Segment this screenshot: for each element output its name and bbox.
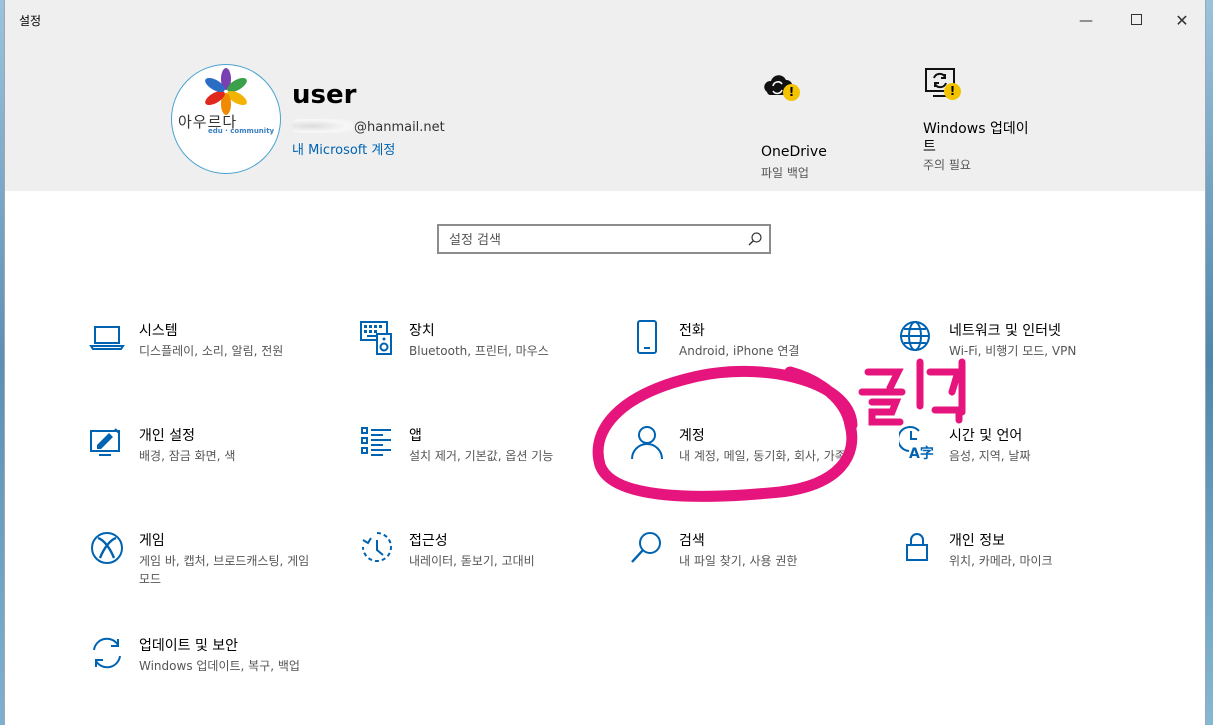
windows-update-status[interactable]: ! Windows 업데이 트 주의 필요 bbox=[923, 66, 1063, 186]
tile-title: 개인 설정 bbox=[139, 428, 195, 444]
tile-description: Bluetooth, 프린터, 마우스 bbox=[409, 344, 549, 358]
laptop-icon bbox=[89, 326, 125, 350]
tile-personalization[interactable]: 개인 설정 배경, 잠금 화면, 색 bbox=[89, 425, 339, 495]
desktop-background-right bbox=[1205, 0, 1213, 725]
avatar[interactable]: 아우르다 edu · community bbox=[171, 64, 281, 174]
tile-description: 게임 바, 캡처, 브로드캐스팅, 게임 모드 bbox=[139, 554, 310, 586]
sync-arrows-icon bbox=[93, 637, 121, 669]
time-language-icon: A字 bbox=[899, 426, 934, 461]
tile-description: 설치 제거, 기본값, 옵션 기능 bbox=[409, 449, 554, 463]
onedrive-status-text: 파일 백업 bbox=[761, 166, 809, 180]
user-email: @hanmail.net bbox=[292, 119, 445, 135]
email-redaction bbox=[292, 119, 354, 133]
tile-devices[interactable]: 장치 Bluetooth, 프린터, 마우스 bbox=[359, 320, 609, 390]
tile-search[interactable]: 검색 내 파일 찾기, 사용 권한 bbox=[629, 530, 879, 600]
globe-icon bbox=[900, 321, 930, 351]
windows-update-label-2: 트 bbox=[923, 139, 936, 155]
app-list-icon bbox=[361, 427, 391, 456]
tile-description: 위치, 카메라, 마이크 bbox=[949, 554, 1053, 568]
tile-description: 디스플레이, 소리, 알림, 전원 bbox=[139, 344, 284, 358]
minimize-icon: — bbox=[1079, 13, 1093, 29]
account-header: 아우르다 edu · community user @hanmail.net 내… bbox=[5, 42, 1205, 191]
person-icon bbox=[631, 426, 663, 460]
close-icon: ✕ bbox=[1175, 11, 1189, 30]
settings-window: 설정 — ✕ 아우르다 edu · community user @hanmai… bbox=[5, 0, 1205, 725]
tile-system[interactable]: 시스템 디스플레이, 소리, 알림, 전원 bbox=[89, 320, 339, 390]
keyboard-speaker-icon bbox=[360, 321, 392, 355]
tile-gaming[interactable]: 게임 게임 바, 캡처, 브로드캐스팅, 게임 모드 bbox=[89, 530, 339, 600]
tile-title: 게임 bbox=[139, 533, 165, 549]
user-name: user bbox=[292, 80, 357, 110]
tile-privacy[interactable]: 개인 정보 위치, 카메라, 마이크 bbox=[899, 530, 1149, 600]
xbox-icon bbox=[91, 532, 123, 564]
minimize-button[interactable]: — bbox=[1071, 10, 1101, 32]
tile-title: 앱 bbox=[409, 428, 422, 444]
phone-icon bbox=[637, 320, 657, 354]
tile-title: 시간 및 언어 bbox=[949, 428, 1023, 444]
warning-badge-icon: ! bbox=[944, 83, 961, 100]
email-domain: @hanmail.net bbox=[354, 120, 445, 135]
tile-title: 검색 bbox=[679, 533, 705, 549]
tile-update-security[interactable]: 업데이트 및 보안 Windows 업데이트, 복구, 백업 bbox=[89, 635, 339, 705]
windows-update-status-text: 주의 필요 bbox=[923, 158, 971, 172]
maximize-button[interactable] bbox=[1121, 10, 1151, 32]
window-title: 설정 bbox=[19, 14, 42, 28]
avatar-logo-subtext: edu · community bbox=[208, 127, 275, 135]
settings-search-box[interactable] bbox=[437, 224, 771, 254]
tile-description: Windows 업데이트, 복구, 백업 bbox=[139, 659, 300, 673]
tile-description: 내 계정, 메일, 동기화, 회사, 가족 bbox=[679, 449, 846, 463]
tile-network[interactable]: 네트워크 및 인터넷 Wi-Fi, 비행기 모드, VPN bbox=[899, 320, 1149, 390]
tile-time-language[interactable]: A字 시간 및 언어 음성, 지역, 날짜 bbox=[899, 425, 1149, 495]
tile-title: 전화 bbox=[679, 323, 705, 339]
tile-description: Android, iPhone 연결 bbox=[679, 344, 800, 358]
tile-title: 장치 bbox=[409, 323, 435, 339]
lock-icon bbox=[906, 533, 928, 561]
ease-of-access-icon bbox=[362, 532, 392, 562]
tile-description: Wi-Fi, 비행기 모드, VPN bbox=[949, 344, 1077, 358]
warning-badge-icon: ! bbox=[783, 84, 800, 101]
tile-description: 내 파일 찾기, 사용 권한 bbox=[679, 554, 798, 568]
tile-ease-of-access[interactable]: 접근성 내레이터, 돋보기, 고대비 bbox=[359, 530, 609, 600]
svg-text:A字: A字 bbox=[909, 445, 934, 461]
search-icon bbox=[748, 232, 762, 246]
tile-description: 배경, 잠금 화면, 색 bbox=[139, 449, 236, 463]
title-bar: 설정 — ✕ bbox=[5, 0, 1205, 42]
tile-title: 접근성 bbox=[409, 533, 448, 549]
tile-title: 업데이트 및 보안 bbox=[139, 638, 239, 654]
tile-apps[interactable]: 앱 설치 제거, 기본값, 옵션 기능 bbox=[359, 425, 609, 495]
tile-title: 시스템 bbox=[139, 323, 178, 339]
personalize-icon bbox=[90, 428, 120, 456]
search-input[interactable] bbox=[447, 229, 741, 251]
tile-description: 음성, 지역, 날짜 bbox=[949, 449, 1031, 463]
close-button[interactable]: ✕ bbox=[1167, 10, 1197, 32]
tile-phone[interactable]: 전화 Android, iPhone 연결 bbox=[629, 320, 879, 390]
tile-title: 계정 bbox=[679, 428, 705, 444]
windows-update-label-1: Windows 업데이 bbox=[923, 121, 1029, 137]
tile-title: 개인 정보 bbox=[949, 533, 1005, 549]
tile-accounts[interactable]: 계정 내 계정, 메일, 동기화, 회사, 가족 bbox=[629, 425, 879, 495]
onedrive-status[interactable]: ! OneDrive 파일 백업 bbox=[761, 68, 871, 180]
search-magnifier-icon bbox=[631, 532, 661, 563]
tile-description: 내레이터, 돋보기, 고대비 bbox=[409, 554, 535, 568]
maximize-icon bbox=[1130, 14, 1142, 25]
onedrive-label: OneDrive bbox=[761, 144, 827, 160]
tile-title: 네트워크 및 인터넷 bbox=[949, 323, 1061, 339]
microsoft-account-link[interactable]: 내 Microsoft 계정 bbox=[292, 139, 395, 158]
